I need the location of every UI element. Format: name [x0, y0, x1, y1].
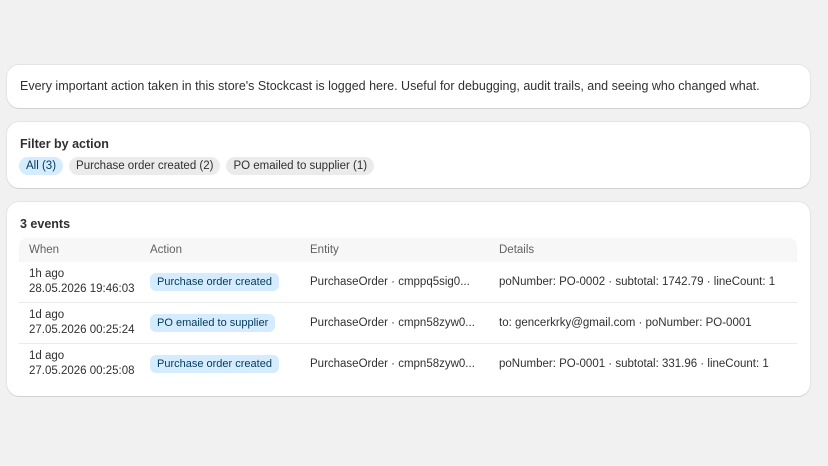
action-cell: PO emailed to supplier — [150, 314, 310, 332]
when-cell: 1d ago 27.05.2026 00:25:08 — [19, 349, 150, 379]
timestamp: 27.05.2026 00:25:24 — [29, 324, 135, 336]
details-cell: poNumber: PO-0002 · subtotal: 1742.79 · … — [499, 276, 776, 288]
events-count-title: 3 events — [20, 217, 71, 231]
action-badge: PO emailed to supplier — [150, 314, 276, 332]
entity-cell: PurchaseOrder · cmpn58zyw0... — [310, 358, 475, 370]
relative-time: 1d ago — [29, 350, 65, 362]
filter-chip-all[interactable]: All (3) — [19, 157, 64, 175]
filter-chips: All (3) Purchase order created (2) PO em… — [19, 157, 375, 175]
intro-text: Every important action taken in this sto… — [20, 79, 760, 93]
details-cell: poNumber: PO-0001 · subtotal: 331.96 · l… — [499, 358, 769, 370]
table-row: 1h ago 28.05.2026 19:46:03 Purchase orde… — [19, 262, 797, 303]
timestamp: 27.05.2026 00:25:08 — [29, 365, 135, 377]
events-card: 3 events When Action Entity Details 1h a… — [7, 202, 810, 396]
column-header-when: When — [29, 244, 60, 256]
details-cell: to: gencerkrky@gmail.com · poNumber: PO-… — [499, 317, 752, 329]
relative-time: 1h ago — [29, 268, 65, 280]
table-row: 1d ago 27.05.2026 00:25:24 PO emailed to… — [19, 303, 797, 344]
column-header-details: Details — [499, 244, 535, 256]
column-header-action: Action — [150, 244, 182, 256]
table-row: 1d ago 27.05.2026 00:25:08 Purchase orde… — [19, 344, 797, 384]
intro-card: Every important action taken in this sto… — [7, 65, 810, 108]
entity-cell: PurchaseOrder · cmppq5sig0... — [310, 276, 470, 288]
entity-cell: PurchaseOrder · cmpn58zyw0... — [310, 317, 475, 329]
when-cell: 1h ago 28.05.2026 19:46:03 — [19, 267, 150, 297]
filter-title: Filter by action — [20, 137, 109, 151]
column-header-entity: Entity — [310, 244, 339, 256]
action-badge: Purchase order created — [150, 355, 279, 373]
action-badge: Purchase order created — [150, 273, 279, 291]
filter-chip-po-emailed[interactable]: PO emailed to supplier (1) — [226, 157, 375, 175]
action-cell: Purchase order created — [150, 273, 310, 291]
filter-chip-purchase-order-created[interactable]: Purchase order created (2) — [69, 157, 221, 175]
relative-time: 1d ago — [29, 309, 65, 321]
events-table: When Action Entity Details 1h ago 28.05.… — [19, 238, 797, 384]
table-header: When Action Entity Details — [19, 238, 797, 262]
timestamp: 28.05.2026 19:46:03 — [29, 283, 135, 295]
filter-card: Filter by action All (3) Purchase order … — [7, 122, 810, 188]
when-cell: 1d ago 27.05.2026 00:25:24 — [19, 308, 150, 338]
action-cell: Purchase order created — [150, 355, 310, 373]
